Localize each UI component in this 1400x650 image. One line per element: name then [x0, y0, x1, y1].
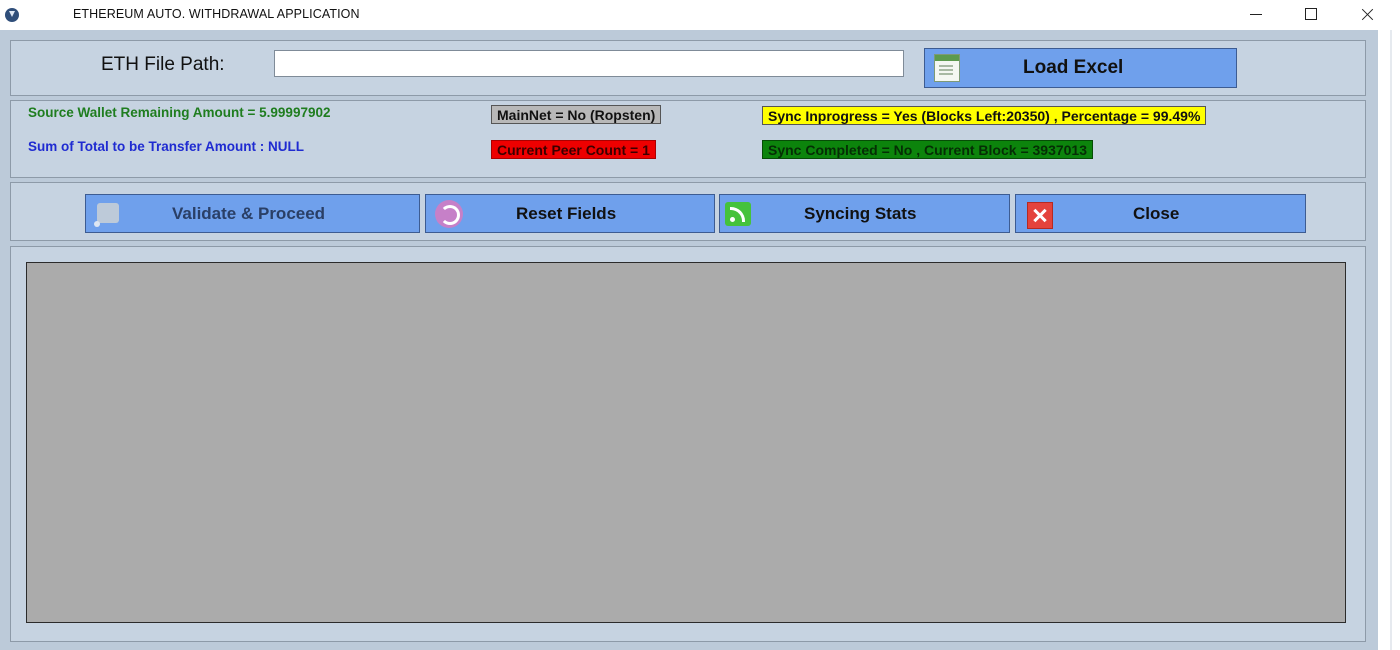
file-path-panel: ETH File Path: Load Excel [10, 40, 1366, 96]
load-excel-label: Load Excel [1023, 57, 1124, 78]
actions-panel: Validate & Proceed Reset Fields Syncing … [10, 182, 1366, 241]
minimize-button[interactable] [1233, 0, 1279, 30]
client-area: ETH File Path: Load Excel Source Wallet … [0, 30, 1378, 650]
peer-count-badge: Current Peer Count = 1 [491, 140, 656, 159]
validate-proceed-label: Validate & Proceed [172, 203, 326, 223]
excel-icon [934, 54, 960, 82]
sync-completed-badge: Sync Completed = No , Current Block = 39… [762, 140, 1094, 159]
close-label: Close [1133, 203, 1180, 223]
eth-file-path-input[interactable] [274, 50, 904, 77]
window-title: ETHEREUM AUTO. WITHDRAWAL APPLICATION [73, 7, 360, 21]
rss-icon [725, 202, 751, 226]
sum-total-amount: Sum of Total to be Transfer Amount : NUL… [28, 139, 304, 154]
window-edge [1378, 30, 1400, 650]
status-panel: Source Wallet Remaining Amount = 5.99997… [10, 100, 1366, 178]
window-close-button[interactable] [1345, 0, 1391, 30]
data-grid[interactable] [26, 262, 1346, 623]
syncing-stats-label: Syncing Stats [804, 203, 917, 223]
app-download-icon [5, 8, 19, 22]
load-excel-button[interactable]: Load Excel [924, 48, 1237, 88]
sync-progress-badge: Sync Inprogress = Yes (Blocks Left:20350… [762, 106, 1207, 125]
validate-proceed-button[interactable]: Validate & Proceed [85, 194, 420, 233]
eth-file-path-label: ETH File Path: [101, 54, 225, 75]
validate-icon [94, 203, 119, 227]
close-icon [1027, 202, 1053, 229]
mainnet-status-badge: MainNet = No (Ropsten) [491, 105, 662, 124]
refresh-icon [435, 200, 463, 228]
close-button[interactable]: Close [1015, 194, 1306, 233]
reset-fields-label: Reset Fields [516, 203, 617, 223]
data-grid-panel [10, 246, 1366, 642]
syncing-stats-button[interactable]: Syncing Stats [719, 194, 1010, 233]
reset-fields-button[interactable]: Reset Fields [425, 194, 715, 233]
maximize-button[interactable] [1288, 0, 1334, 30]
title-bar: ETHEREUM AUTO. WITHDRAWAL APPLICATION [0, 0, 1400, 30]
source-wallet-amount: Source Wallet Remaining Amount = 5.99997… [28, 105, 331, 120]
